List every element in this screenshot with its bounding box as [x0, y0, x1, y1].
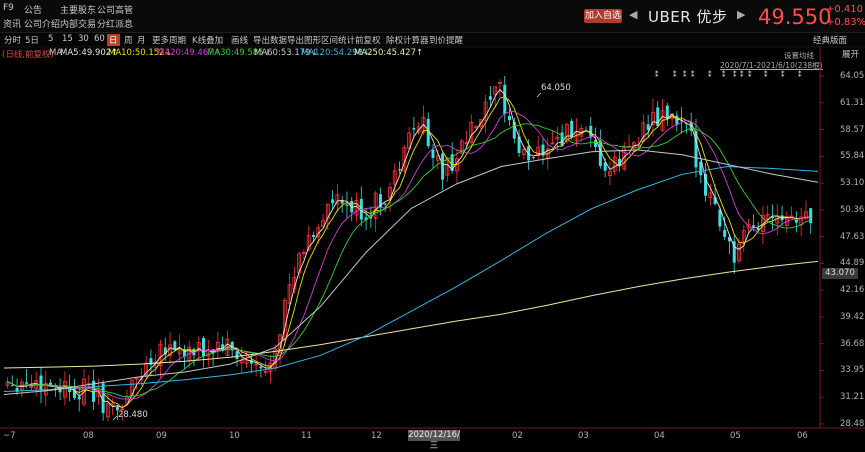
candle-body — [675, 115, 679, 125]
event-marker: ⁑ — [748, 70, 752, 79]
candle-body — [441, 153, 445, 180]
y-tick: 55.842 — [840, 151, 865, 162]
candle-body — [235, 351, 239, 359]
y-tick: 39.425 — [840, 311, 865, 322]
candle-body — [656, 107, 660, 127]
ma60-line — [3, 149, 819, 395]
event-marker: ⁑ — [655, 70, 659, 79]
candle-body — [508, 115, 512, 121]
candle-body — [72, 387, 76, 398]
event-marker: ⁑ — [722, 70, 726, 79]
y-tick: 47.633 — [840, 231, 865, 242]
ma250-line — [3, 260, 819, 369]
x-tick: 02 — [512, 431, 523, 441]
candle-body — [398, 169, 402, 171]
candle-body — [560, 132, 564, 146]
y-tick: 42.161 — [840, 285, 865, 296]
y-tick: 28.480 — [840, 419, 865, 429]
x-tick: 03 — [578, 431, 589, 441]
candle-body — [10, 385, 14, 387]
candle-body — [39, 375, 43, 391]
x-tick: 08 — [83, 431, 94, 441]
high-annotation: 64.050 — [541, 83, 571, 93]
event-marker: ⁑ — [733, 70, 737, 79]
candle-body — [751, 225, 755, 227]
y-tick: 53.105 — [840, 178, 865, 189]
current-price-tag: 43.070 — [822, 268, 858, 279]
ma120-line — [3, 165, 819, 392]
candle-body — [173, 341, 177, 350]
candle-body — [25, 382, 29, 384]
y-tick: 61.314 — [840, 97, 865, 108]
event-marker: ⁑ — [781, 70, 785, 79]
candle-body — [259, 366, 263, 369]
y-tick: 31.216 — [840, 392, 865, 403]
event-marker: ⁑ — [691, 70, 695, 79]
x-tick: 11 — [301, 431, 312, 441]
candle-body — [345, 204, 349, 206]
candle-body — [331, 199, 335, 204]
low-annotation: 28.480 — [118, 410, 148, 420]
event-marker: ⁑ — [683, 70, 687, 79]
candle-body — [646, 124, 650, 130]
candle-body — [77, 396, 81, 400]
ma20-line — [7, 110, 811, 400]
x-tick: 12 — [371, 431, 382, 441]
candle-body — [704, 174, 708, 196]
y-tick: 58.578 — [840, 124, 865, 135]
event-marker: ⁑ — [798, 70, 802, 79]
candle-body — [431, 149, 435, 158]
event-marker: ⁑ — [740, 70, 744, 79]
x-tick: 04 — [654, 431, 665, 441]
low-pointer — [112, 415, 118, 421]
candle-body — [723, 229, 727, 237]
x-tick: ~7 — [3, 431, 16, 441]
event-marker: ⁑ — [764, 70, 768, 79]
cursor-date-tag: 2020/12/16/三 — [408, 430, 460, 451]
candle-body — [488, 96, 492, 100]
x-tick: 09 — [156, 431, 167, 441]
x-tick: 10 — [229, 431, 240, 441]
y-tick: 44.897 — [840, 258, 865, 269]
high-pointer — [536, 92, 542, 98]
x-tick: 06 — [797, 431, 808, 441]
event-marker: ⁑ — [708, 70, 712, 79]
event-marker: ⁑ — [673, 70, 677, 79]
candle-body — [665, 105, 669, 119]
y-tick: 64.050 — [840, 71, 865, 81]
candle-body — [531, 156, 535, 158]
ma30-line — [7, 123, 811, 398]
candle-body — [412, 128, 416, 130]
candle-body — [311, 235, 315, 238]
y-tick: 50.369 — [840, 204, 865, 215]
y-tick: 33.952 — [840, 365, 865, 376]
y-tick: 36.688 — [840, 338, 865, 349]
candlestick-chart[interactable]: ⁑ ⁑ ⁑ ⁑ ⁑ ⁑ ⁑ ⁑ ⁑ ⁑ ⁑ ⁑ — [0, 0, 865, 442]
candle-body — [202, 337, 206, 357]
x-tick: 05 — [730, 431, 741, 441]
candle-body — [383, 203, 387, 205]
candle-body — [503, 84, 507, 115]
